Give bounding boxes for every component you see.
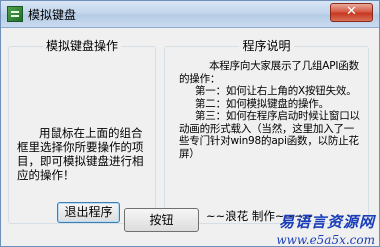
site-watermark: 易语言资源网 www.e5a5x.com: [271, 211, 375, 247]
exit-program-button[interactable]: 退出程序: [57, 202, 120, 223]
action-button[interactable]: 按钮: [124, 208, 199, 232]
client-area: 模拟键盘操作 用鼠标在上面的组合框里选择你所要操作的项目，即可模拟键盘进行相应的…: [1, 28, 379, 247]
program-description-group: 程序说明 本程序向大家展示了几组API函数的操作： 第一：如何让右上角的X按钮失…: [164, 39, 369, 224]
description-text: 本程序向大家展示了几组API函数的操作： 第一：如何让右上角的X按钮失效。 第二…: [179, 60, 363, 160]
app-icon: [7, 6, 23, 22]
window-title: 模拟键盘: [28, 8, 77, 22]
description-line: 本程序向大家展示了几组API函数的操作：: [179, 60, 359, 85]
keyboard-instructions: 用鼠标在上面的组合框里选择你所要操作的项目，即可模拟键盘进行相应的操作！: [17, 126, 144, 182]
title-bar[interactable]: 模拟键盘 ✕: [1, 1, 379, 28]
keyboard-simulation-group: 模拟键盘操作 用鼠标在上面的组合框里选择你所要操作的项目，即可模拟键盘进行相应的…: [8, 39, 156, 224]
description-group-title: 程序说明: [239, 39, 294, 53]
close-button[interactable]: ✕: [330, 3, 373, 22]
watermark-site-name: 易语言资源网: [278, 213, 375, 231]
main-window: 模拟键盘 ✕ 模拟键盘操作 用鼠标在上面的组合框里选择你所要操作的项目，即可模拟…: [0, 0, 380, 247]
description-line: 第三：如何在程序启动时候让窗口以动画的形式载入（当然，这里加入了一些专门针对wi…: [179, 110, 360, 160]
description-line: 第一：如何让右上角的X按钮失效。: [195, 85, 357, 97]
description-line: 第二：如何模拟键盘的操作。: [195, 97, 329, 110]
watermark-url: www.e5a5x.com: [276, 233, 375, 247]
keyboard-group-title: 模拟键盘操作: [42, 39, 121, 53]
